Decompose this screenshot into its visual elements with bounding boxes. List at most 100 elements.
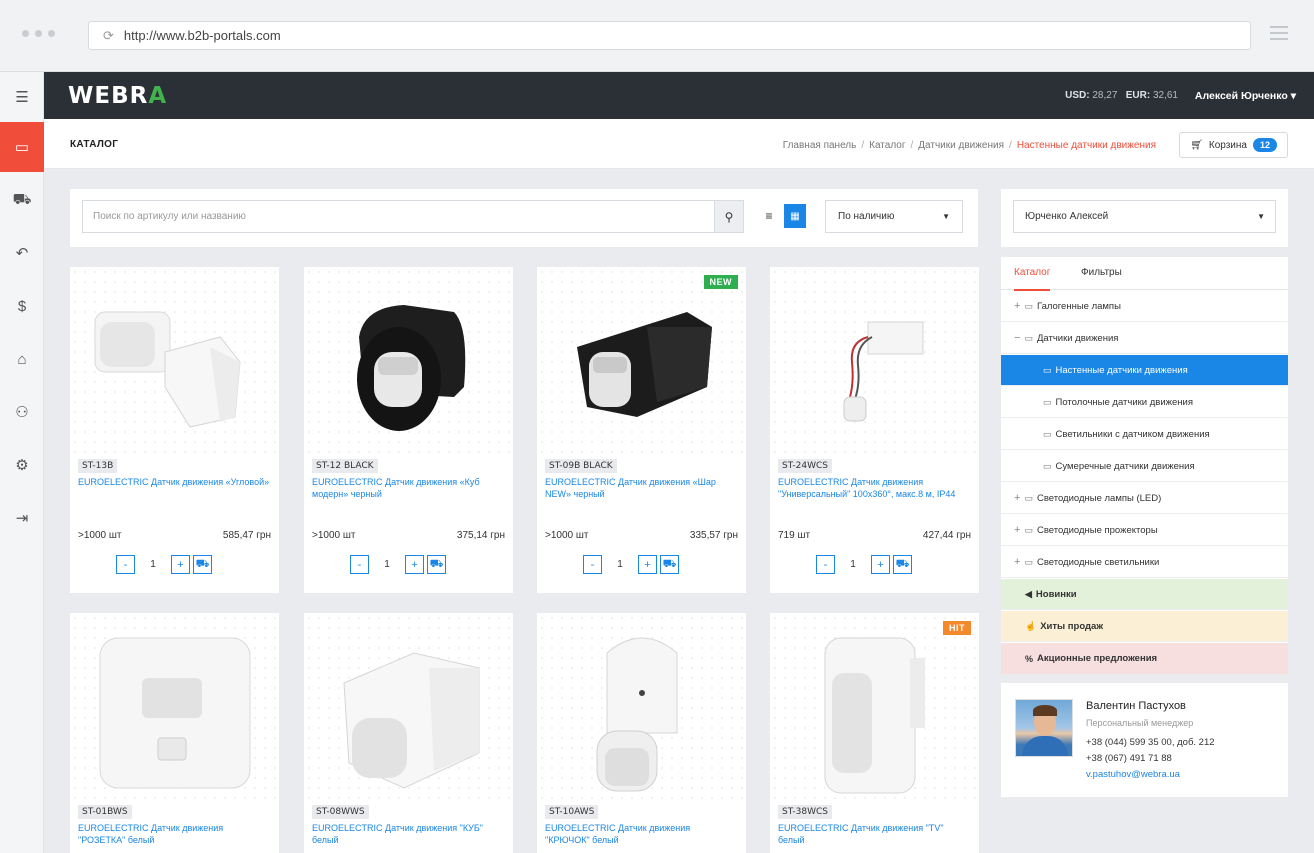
product-price: 375,14 грн — [456, 530, 505, 541]
product-price: 335,57 грн — [689, 530, 738, 541]
catalog-item[interactable]: + ▭ Светодиодные светильники — [1001, 547, 1288, 578]
product-name-link[interactable]: EUROELECTRIC Датчик движения «Куб модерн… — [312, 476, 504, 500]
product-image[interactable] — [770, 267, 979, 455]
add-to-cart-icon[interactable]: ⛟ — [427, 555, 446, 574]
catalog-item[interactable]: ▭ Потолочные датчики движения — [1001, 387, 1288, 418]
product-card: ST-10AWS EUROELECTRIC Датчик движения "К… — [537, 613, 746, 853]
product-sku: ST-13B — [78, 459, 118, 473]
decrease-button[interactable]: - — [116, 555, 135, 574]
page-title: КАТАЛОГ — [70, 139, 119, 150]
webra-logo[interactable]: WEBRA — [68, 83, 167, 109]
product-image[interactable] — [304, 267, 513, 455]
user-menu[interactable]: Алексей Юрченко ▾ — [1195, 90, 1296, 102]
product-name-link[interactable]: EUROELECTRIC Датчик движения «Угловой» — [78, 476, 270, 488]
product-sku: ST-09B BLACK — [545, 459, 617, 473]
manager-phone: +38 (067) 491 71 88 — [1086, 753, 1172, 764]
decrease-button[interactable]: - — [583, 555, 602, 574]
thumbs-up-icon: ☝ — [1025, 620, 1037, 631]
add-to-cart-icon[interactable]: ⛟ — [193, 555, 212, 574]
product-name-link[interactable]: EUROELECTRIC Датчик движения "РОЗЕТКА" б… — [78, 822, 270, 846]
quantity-input[interactable]: 1 — [369, 559, 405, 570]
increase-button[interactable]: + — [405, 555, 424, 574]
increase-button[interactable]: + — [871, 555, 890, 574]
address-bar[interactable]: ⟳ http://www.b2b-portals.com — [88, 21, 1251, 50]
folder-icon[interactable]: ▭ — [0, 122, 44, 172]
catalog-item[interactable]: + ▭ Галогенные лампы — [1001, 291, 1288, 322]
tab-filters[interactable]: Фильтры — [1081, 267, 1122, 278]
product-card: ST-24WCS EUROELECTRIC Датчик движения "У… — [770, 267, 979, 593]
catalog-item[interactable]: + ▭ Светодиодные лампы (LED) — [1001, 483, 1288, 514]
return-icon[interactable]: ↶ — [0, 228, 44, 278]
product-image[interactable] — [70, 267, 279, 455]
increase-button[interactable]: + — [638, 555, 657, 574]
catalog-item-active[interactable]: ▭ Настенные датчики движения — [1001, 355, 1288, 386]
dollar-icon[interactable]: $ — [0, 281, 44, 331]
search-input[interactable]: Поиск по артикулу или названию — [82, 200, 714, 233]
add-to-cart-icon[interactable]: ⛟ — [660, 555, 679, 574]
decrease-button[interactable]: - — [816, 555, 835, 574]
percent-icon: % — [1025, 653, 1034, 664]
breadcrumb-link[interactable]: Главная панель — [783, 140, 857, 151]
product-image[interactable] — [537, 613, 746, 801]
new-badge: NEW — [703, 275, 738, 289]
product-name-link[interactable]: EUROELECTRIC Датчик движения "КУБ" белый — [312, 822, 504, 846]
manager-card: Валентин Пастухов Персональный менеджер … — [1001, 683, 1288, 797]
folder-icon: ▭ — [1024, 556, 1033, 567]
product-image[interactable] — [537, 267, 746, 455]
quantity-input[interactable]: 1 — [135, 559, 171, 570]
product-card: NEW ST-09B BLACK EUROELECTRIC Датчик дви… — [537, 267, 746, 593]
top-header: WEBRA USD: 28,27 EUR: 32,61 Алексей Юрче… — [44, 72, 1314, 119]
folder-icon: ▭ — [1024, 332, 1033, 343]
special-bestsellers[interactable]: ☝ Хиты продаж — [1001, 611, 1288, 642]
catalog-panel: Каталог Фильтры + ▭ Галогенные лампы − ▭ Дат… — [1001, 257, 1288, 674]
url-text: http://www.b2b-portals.com — [123, 28, 281, 43]
product-name-link[interactable]: EUROELECTRIC Датчик движения «Шар NEW» ч… — [545, 476, 737, 500]
avatar — [1015, 699, 1073, 757]
product-name-link[interactable]: EUROELECTRIC Датчик движения "TV" белый — [778, 822, 970, 846]
quantity-input[interactable]: 1 — [602, 559, 638, 570]
search-icon[interactable]: ⚲ — [714, 200, 744, 233]
grid-view-icon[interactable]: ▦ — [784, 204, 806, 228]
product-name-link[interactable]: EUROELECTRIC Датчик движения "Универсаль… — [778, 476, 970, 500]
catalog-item[interactable]: ▭ Сумеречные датчики движения — [1001, 451, 1288, 482]
menu-icon[interactable]: ☰ — [0, 72, 44, 122]
add-to-cart-icon[interactable]: ⛟ — [893, 555, 912, 574]
breadcrumb-link[interactable]: Каталог — [869, 140, 905, 151]
product-sku: ST-10AWS — [545, 805, 599, 819]
sort-select[interactable]: По наличию ▼ — [825, 200, 963, 233]
tab-catalog[interactable]: Каталог — [1014, 267, 1051, 291]
product-image[interactable] — [770, 613, 979, 801]
product-price: 427,44 грн — [922, 530, 971, 541]
special-new-items[interactable]: ◀ Новинки — [1001, 579, 1288, 610]
manager-email-link[interactable]: v.pastuhov@webra.ua — [1086, 769, 1180, 780]
client-select[interactable]: Юрченко Алексей ▼ — [1013, 200, 1276, 233]
catalog-item[interactable]: − ▭ Датчики движения — [1001, 323, 1288, 354]
users-icon[interactable]: ⚇ — [0, 387, 44, 437]
manager-role: Персональный менеджер — [1086, 718, 1194, 728]
special-promotions[interactable]: % Акционные предложения — [1001, 643, 1288, 674]
product-name-link[interactable]: EUROELECTRIC Датчик движения "КРЮЧОК" бе… — [545, 822, 737, 846]
browser-menu-icon[interactable] — [1270, 26, 1288, 44]
logout-icon[interactable]: ⇥ — [0, 493, 44, 543]
product-card: ST-08WWS EUROELECTRIC Датчик движения "К… — [304, 613, 513, 853]
manager-name: Валентин Пастухов — [1086, 700, 1186, 712]
graduation-icon[interactable]: ⌂ — [0, 334, 44, 384]
product-image[interactable] — [70, 613, 279, 801]
catalog-item[interactable]: ▭ Светильники с датчиком движения — [1001, 419, 1288, 450]
cart-button[interactable]: 🛒︎ Корзина 12 — [1179, 132, 1288, 158]
left-sidebar: ☰ ▭ ⛟ ↶ $ ⌂ ⚇ ⚙ ⇥ — [0, 72, 44, 853]
user-settings-icon[interactable]: ⚙ — [0, 440, 44, 490]
decrease-button[interactable]: - — [350, 555, 369, 574]
breadcrumb-link[interactable]: Датчики движения — [918, 140, 1004, 151]
quantity-input[interactable]: 1 — [835, 559, 871, 570]
logo-accent: A — [148, 83, 168, 109]
list-view-icon[interactable]: ≡ — [758, 204, 780, 228]
cart-icon[interactable]: ⛟ — [0, 175, 44, 225]
product-stock: >1000 шт — [312, 530, 356, 541]
increase-button[interactable]: + — [171, 555, 190, 574]
reload-icon[interactable]: ⟳ — [103, 28, 114, 44]
breadcrumb: Главная панель / Каталог / Датчики движения /… — [782, 140, 1156, 151]
product-image[interactable] — [304, 613, 513, 801]
product-card: ST-12 BLACK EUROELECTRIC Датчик движения… — [304, 267, 513, 593]
catalog-item[interactable]: + ▭ Светодиодные прожекторы — [1001, 515, 1288, 546]
